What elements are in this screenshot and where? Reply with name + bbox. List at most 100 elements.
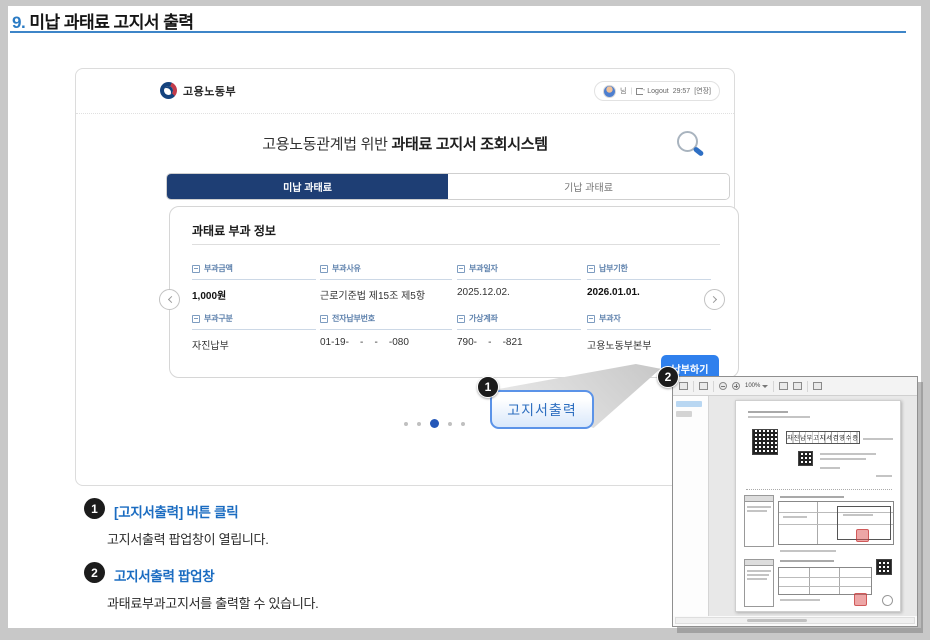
- pdf-content-area: 자진납부고지서겸영수증: [709, 396, 917, 616]
- carousel-next-button[interactable]: [704, 289, 725, 310]
- doc-text-line: [780, 560, 834, 562]
- bookmark-item[interactable]: [676, 411, 692, 417]
- field-value: 01-19- - - -080: [320, 337, 409, 348]
- tab-paid-penalty[interactable]: 기납 과태료: [448, 174, 729, 199]
- field-impose-type: 부과구분 자진납부: [192, 313, 316, 352]
- annotation-1-badge: 1: [84, 498, 105, 519]
- print-notice-button-callout[interactable]: 고지서출력: [490, 390, 594, 429]
- zoom-out-icon[interactable]: [719, 382, 727, 390]
- penalty-tabs: 미납 과태료 기납 과태료: [166, 173, 730, 200]
- section-number: 9.: [12, 13, 26, 32]
- panel-title: 과태료 부과 정보: [192, 224, 276, 238]
- scrollbar-thumb[interactable]: [747, 619, 808, 622]
- page-title: 9. 미납 과태료 고지서 출력: [12, 8, 194, 33]
- fit-page-icon[interactable]: [813, 382, 823, 390]
- title-underline: [10, 31, 906, 33]
- annotation-2-desc: 과태료부과고지서를 출력할 수 있습니다.: [107, 596, 319, 611]
- app-screenshot-card: 고용노동부 님 | Logout 29:57 [연장] 고용노동관계법 위반 과…: [75, 68, 739, 486]
- doc-text-line: [783, 516, 807, 518]
- doc-text-line: [820, 467, 840, 469]
- bookmark-item-selected[interactable]: [676, 401, 702, 407]
- notice-document-page: 자진납부고지서겸영수증: [735, 400, 901, 612]
- search-icon: [677, 131, 698, 152]
- print-popup-window: 100% 자진납부고지서겸영수증: [672, 376, 918, 627]
- zoom-level-value: 100%: [745, 383, 761, 389]
- moel-logo-text: 고용노동부: [183, 85, 237, 98]
- carousel-dot[interactable]: [461, 421, 465, 426]
- penalty-info-panel: 과태료 부과 정보 부과금액 1,000원 부과사유 근로기준법 제15조 제5…: [169, 206, 739, 378]
- app-header: 고용노동부 님 | Logout 29:57 [연장]: [76, 69, 734, 114]
- page-nav-icon[interactable]: [699, 382, 708, 390]
- field-label: 부과금액: [204, 264, 233, 273]
- zoom-level-select[interactable]: 100%: [745, 383, 769, 389]
- toolbar-separator: [807, 380, 809, 392]
- doc-text-line: [820, 453, 876, 455]
- rotate-right-icon[interactable]: [793, 382, 803, 390]
- carousel-dot-active[interactable]: [430, 419, 439, 428]
- logout-button[interactable]: Logout: [647, 88, 668, 95]
- field-value: 1,000원: [192, 291, 227, 302]
- field-label: 가상계좌: [469, 314, 498, 323]
- doc-note-block: [744, 495, 774, 547]
- extend-session-button[interactable]: [연장]: [694, 86, 711, 96]
- carousel-prev-button[interactable]: [159, 289, 180, 310]
- table-line: [809, 568, 810, 594]
- qr-code: [752, 429, 778, 455]
- doc-text-line: [780, 550, 836, 552]
- table-line: [779, 586, 871, 587]
- carousel-dot[interactable]: [417, 421, 421, 426]
- carousel-dots: [404, 419, 465, 428]
- doc-table: [778, 567, 872, 595]
- field-due-date: 납부기한 2026.01.01.: [587, 263, 711, 298]
- qr-code: [798, 451, 813, 466]
- session-info: 님 | Logout 29:57 [연장]: [593, 81, 720, 101]
- doc-note-block: [744, 559, 774, 607]
- system-title: 고용노동관계법 위반 과태료 고지서 조회시스템: [76, 133, 734, 154]
- field-impose-date: 부과일자 2025.12.02.: [457, 263, 581, 298]
- rotate-left-icon[interactable]: [779, 382, 789, 390]
- tab-unpaid-penalty[interactable]: 미납 과태료: [167, 174, 448, 199]
- logout-icon: [636, 86, 646, 95]
- user-name-suffix: 님: [619, 88, 627, 95]
- zoom-in-icon[interactable]: [732, 382, 740, 390]
- doc-text-line: [748, 416, 810, 418]
- doc-text-line: [747, 506, 771, 508]
- toolbar-separator: [693, 380, 694, 392]
- annotation-1-desc: 고지서출력 팝업창이 열립니다.: [107, 532, 269, 547]
- table-line: [839, 568, 840, 594]
- carousel-dot[interactable]: [404, 421, 408, 426]
- horizontal-scrollbar[interactable]: [675, 617, 915, 624]
- round-stamp: [882, 595, 893, 606]
- session-timer: 29:57: [672, 87, 691, 95]
- field-value: 790- - -821: [457, 337, 523, 348]
- doc-text-line: [863, 438, 893, 440]
- org-icon: [587, 314, 595, 323]
- carousel-dot[interactable]: [448, 421, 452, 426]
- step-2-badge: 2: [657, 366, 679, 388]
- field-label: 전자납부번호: [332, 314, 375, 323]
- doc-text-line: [843, 514, 873, 516]
- building-icon: [192, 314, 200, 323]
- doc-text-line: [747, 570, 771, 572]
- card-icon: [320, 314, 328, 323]
- system-title-normal: 고용노동관계법 위반: [262, 136, 392, 153]
- field-virtual-account: 가상계좌 790- - -821: [457, 313, 581, 348]
- system-title-bold: 과태료 고지서 조회시스템: [391, 136, 549, 153]
- table-line: [779, 577, 871, 578]
- official-seal-stamp: [854, 593, 867, 606]
- qr-code: [876, 559, 892, 575]
- printer-icon[interactable]: [679, 382, 688, 390]
- step-1-badge: 1: [477, 376, 499, 398]
- field-label: 납부기한: [599, 264, 628, 273]
- field-label: 부과사유: [332, 264, 361, 273]
- money-icon: [192, 264, 200, 273]
- pdf-bookmarks-sidebar: [673, 396, 709, 616]
- table-line: [817, 502, 818, 544]
- pdf-toolbar: 100%: [673, 377, 917, 396]
- field-value: 근로기준법 제15조 제5항: [320, 291, 426, 302]
- annotation-2-badge: 2: [84, 562, 105, 583]
- doc-text-line: [747, 510, 767, 512]
- doc-title-box: 자진납부고지서겸영수증: [786, 431, 860, 444]
- field-label: 부과일자: [469, 264, 498, 273]
- moel-logo[interactable]: 고용노동부: [160, 82, 236, 99]
